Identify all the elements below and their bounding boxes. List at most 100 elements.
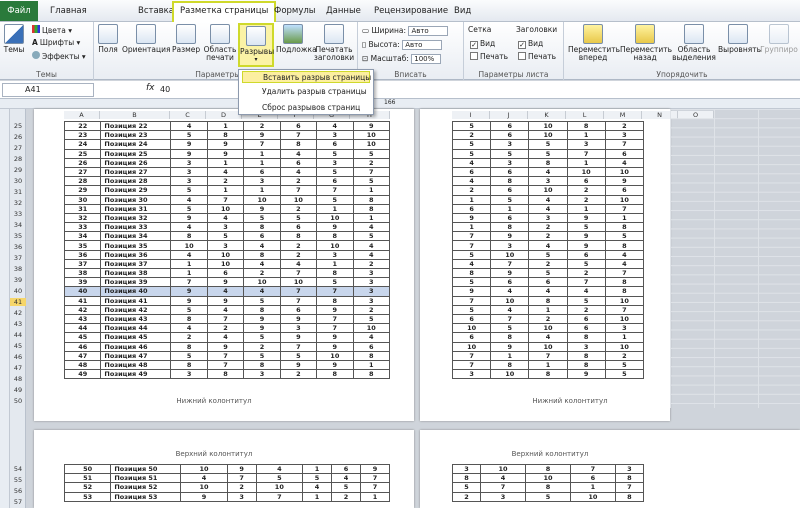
table-cell[interactable]: 8 [451, 473, 482, 484]
row-header[interactable]: 31 [10, 188, 26, 196]
table-cell[interactable]: 7 [316, 185, 354, 196]
table-cell[interactable]: 26 [63, 157, 102, 168]
table-cell[interactable]: 10 [170, 240, 208, 251]
row-header[interactable]: 46 [10, 353, 26, 361]
table-cell[interactable]: 7 [206, 194, 245, 205]
table-cell[interactable]: 9 [490, 231, 530, 242]
row-header[interactable]: 43 [10, 320, 26, 328]
table-cell[interactable]: 5 [525, 491, 571, 502]
table-cell[interactable]: Позиция 35 [100, 240, 172, 251]
table-cell[interactable]: 6 [279, 120, 318, 132]
table-cell[interactable]: 10 [528, 185, 568, 196]
table-cell[interactable]: 2 [604, 120, 645, 132]
table-cell[interactable]: 5 [302, 473, 332, 484]
table-cell[interactable]: 8 [352, 194, 391, 205]
table-cell[interactable]: 7 [359, 473, 391, 484]
table-cell[interactable]: 1 [566, 157, 606, 168]
table-cell[interactable]: 8 [614, 491, 645, 502]
column-header[interactable]: D [206, 111, 242, 119]
table-cell[interactable]: Позиция 50 [110, 463, 182, 475]
background-button[interactable]: Подложка [276, 24, 317, 54]
table-cell[interactable]: 5 [255, 473, 304, 484]
table-cell[interactable]: 1 [352, 185, 391, 196]
table-cell[interactable]: 5 [243, 295, 281, 306]
table-cell[interactable]: 9 [604, 176, 645, 187]
table-cell[interactable]: 7 [206, 359, 245, 371]
table-cell[interactable]: 3 [243, 176, 281, 187]
row-header[interactable]: 33 [10, 210, 26, 218]
table-cell[interactable]: 9 [451, 286, 492, 297]
row-header[interactable]: 28 [10, 155, 26, 163]
row-header[interactable]: 29 [10, 166, 26, 174]
table-cell[interactable]: 8 [170, 341, 208, 352]
table-cell[interactable]: 1 [206, 185, 245, 196]
table-cell[interactable]: 10 [480, 463, 527, 475]
table-cell[interactable]: 8 [604, 240, 645, 251]
table-cell[interactable]: 5 [451, 277, 492, 288]
themes-button[interactable]: Темы [2, 24, 26, 54]
table-cell[interactable]: 6 [604, 148, 645, 159]
table-cell[interactable]: 9 [243, 130, 281, 141]
table-cell[interactable]: 39 [63, 277, 102, 288]
table-cell[interactable]: 8 [614, 473, 645, 484]
table-cell[interactable]: 9 [316, 304, 354, 315]
table-cell[interactable]: 4 [528, 166, 568, 178]
table-cell[interactable]: 5 [316, 148, 354, 159]
table-cell[interactable]: 6 [451, 332, 492, 343]
table-cell[interactable]: Позиция 53 [110, 491, 182, 502]
table-cell[interactable]: 8 [566, 332, 606, 343]
table-cell[interactable]: 3 [316, 130, 354, 141]
table-cell[interactable]: 3 [604, 130, 645, 141]
headings-print-checkbox[interactable]: Печать [518, 52, 556, 61]
align-button[interactable]: Выровнять [718, 24, 761, 54]
table-cell[interactable]: 5 [352, 148, 391, 159]
scale-spinner[interactable]: 100% [411, 54, 442, 64]
table-cell[interactable]: 2 [528, 222, 568, 233]
column-header[interactable]: J [490, 111, 528, 119]
table-cell[interactable]: Позиция 33 [100, 222, 172, 233]
table-cell[interactable]: 5 [528, 148, 568, 159]
table-cell[interactable]: 7 [316, 323, 354, 334]
table-cell[interactable]: 4 [352, 222, 391, 233]
table-cell[interactable]: 4 [206, 212, 245, 224]
table-cell[interactable]: Позиция 37 [100, 258, 172, 270]
table-cell[interactable]: 4 [451, 157, 492, 168]
table-cell[interactable]: 6 [566, 323, 606, 334]
table-cell[interactable]: 7 [614, 482, 645, 493]
table-cell[interactable]: 2 [528, 313, 568, 325]
table-cell[interactable]: 9 [490, 341, 530, 352]
table-cell[interactable]: 9 [359, 463, 391, 475]
table-cell[interactable]: 2 [566, 267, 606, 279]
table-cell[interactable]: Позиция 23 [100, 130, 172, 141]
table-cell[interactable]: Позиция 48 [100, 359, 172, 371]
table-cell[interactable]: 6 [279, 222, 318, 233]
table-cell[interactable]: 8 [206, 130, 245, 141]
column-header[interactable]: M [604, 111, 642, 119]
table-cell[interactable]: 4 [528, 332, 568, 343]
table-cell[interactable]: 5 [451, 120, 492, 132]
table-cell[interactable]: 3 [170, 166, 208, 178]
row-header[interactable]: 48 [10, 375, 26, 383]
table-cell[interactable]: 2 [528, 258, 568, 270]
table-cell[interactable]: 8 [279, 139, 318, 150]
table-cell[interactable]: Позиция 44 [100, 323, 172, 334]
row-header[interactable]: 44 [10, 331, 26, 339]
table-cell[interactable]: 44 [63, 323, 102, 334]
table-cell[interactable]: Позиция 36 [100, 249, 172, 260]
table-cell[interactable]: 7 [604, 139, 645, 150]
table-cell[interactable]: 10 [316, 240, 354, 251]
table-cell[interactable]: 5 [490, 323, 530, 334]
table-cell[interactable]: 2 [279, 240, 318, 251]
table-cell[interactable]: 10 [352, 130, 391, 141]
name-box[interactable]: A41 [2, 83, 94, 97]
table-cell[interactable]: 6 [490, 120, 530, 132]
gridlines-print-checkbox[interactable]: Печать [470, 52, 508, 61]
table-cell[interactable]: 7 [451, 231, 492, 242]
table-cell[interactable]: 8 [170, 359, 208, 371]
table-cell[interactable]: 9 [206, 295, 245, 306]
table-cell[interactable]: 36 [63, 249, 102, 260]
table-cell[interactable]: Позиция 29 [100, 185, 172, 196]
table-cell[interactable]: 7 [279, 130, 318, 141]
table-cell[interactable]: 1 [316, 203, 354, 214]
bring-forward-button[interactable]: Переместить вперед [568, 24, 620, 62]
